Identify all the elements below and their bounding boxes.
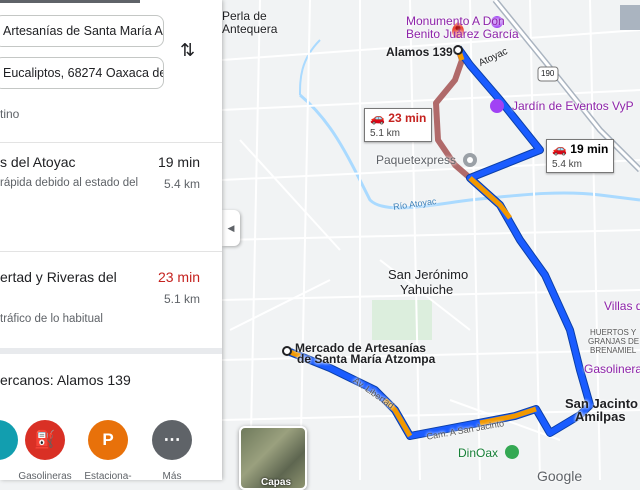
origin-label: de Santa María Atzompa xyxy=(297,352,436,366)
place-label: Perla de xyxy=(222,9,267,23)
google-logo: Google xyxy=(537,468,583,484)
place-label: Gasolinera xyxy=(584,362,640,376)
origin-marker[interactable] xyxy=(282,346,292,356)
route-title: s del Atoyac xyxy=(0,154,76,170)
place-label: BRENAMIEL xyxy=(590,346,637,355)
gas-station-button[interactable]: ⛽ xyxy=(25,420,65,460)
route-title: ertad y Riveras del xyxy=(0,269,117,285)
event-venue-icon[interactable] xyxy=(490,99,504,113)
more-icon: ⋯ xyxy=(163,430,181,449)
category-label: Estaciona- xyxy=(84,471,132,480)
layers-button[interactable]: Capas xyxy=(239,426,307,490)
parking-button[interactable]: P xyxy=(88,420,128,460)
route-box-distance: 5.1 km xyxy=(370,128,401,139)
route-box-time: 23 min xyxy=(388,111,427,125)
place-label: Antequera xyxy=(222,22,278,36)
place-label: Amilpas xyxy=(575,409,626,424)
route-box-time: 19 min xyxy=(570,142,609,156)
place-label: San Jerónimo xyxy=(388,267,469,282)
category-label: Gasolineras xyxy=(18,471,72,480)
place-label: Paquetexpress xyxy=(376,153,457,167)
collapse-panel-button[interactable]: ◀ xyxy=(222,210,240,246)
dinoax-icon[interactable] xyxy=(505,445,519,459)
car-icon: 🚗 xyxy=(370,111,385,125)
gas-station-icon: ⛽ xyxy=(34,430,56,449)
add-destination-link[interactable]: tino xyxy=(0,107,19,121)
place-label: GRANJAS DE xyxy=(588,337,640,346)
car-icon: 🚗 xyxy=(552,142,567,156)
highway-number: 190 xyxy=(541,69,555,78)
layers-label: Capas xyxy=(261,477,292,488)
scroll-indicator xyxy=(0,0,140,3)
route-distance: 5.4 km xyxy=(163,177,200,191)
route-box-primary[interactable]: 🚗 19 min 5.4 km xyxy=(546,139,615,173)
destination-input[interactable]: Eucaliptos, 68274 Oaxaca de Juárez xyxy=(0,57,164,89)
destination-label[interactable]: Alamos 139 xyxy=(386,45,453,59)
route-subtitle: rápida debido al estado del xyxy=(0,177,139,189)
chevron-left-icon: ◀ xyxy=(227,222,235,233)
swap-icon[interactable]: ⇅ xyxy=(180,40,195,61)
route-subtitle: tráfico de lo habitual xyxy=(0,313,103,325)
nearby-title: ercanos: Alamos 139 xyxy=(0,372,131,388)
place-label: Villas de xyxy=(604,299,640,313)
place-label: DinOax xyxy=(458,446,499,460)
more-button[interactable]: ⋯ xyxy=(152,420,192,460)
route-time: 19 min xyxy=(157,154,200,170)
origin-input[interactable]: Artesanías de Santa María Atzompa xyxy=(0,15,164,47)
route-distance: 5.1 km xyxy=(163,292,200,306)
hotel-button[interactable] xyxy=(0,420,18,460)
category-label: Más xyxy=(162,471,182,480)
parking-icon: P xyxy=(102,430,114,449)
place-label: Monumento A Don xyxy=(406,14,505,28)
route-box-alt[interactable]: 🚗 23 min 5.1 km xyxy=(364,108,433,142)
place-label: Yahuiche xyxy=(400,282,454,297)
route-box-distance: 5.4 km xyxy=(552,159,583,170)
route-time: 23 min xyxy=(157,269,200,285)
place-label: Jardín de Eventos VyP xyxy=(512,99,634,113)
directions-panel: Artesanías de Santa María Atzompa Eucali… xyxy=(0,0,222,480)
place-label: HUERTOS Y xyxy=(590,328,637,337)
park-area xyxy=(372,300,432,340)
place-label: Benito Juárez García xyxy=(406,27,519,41)
